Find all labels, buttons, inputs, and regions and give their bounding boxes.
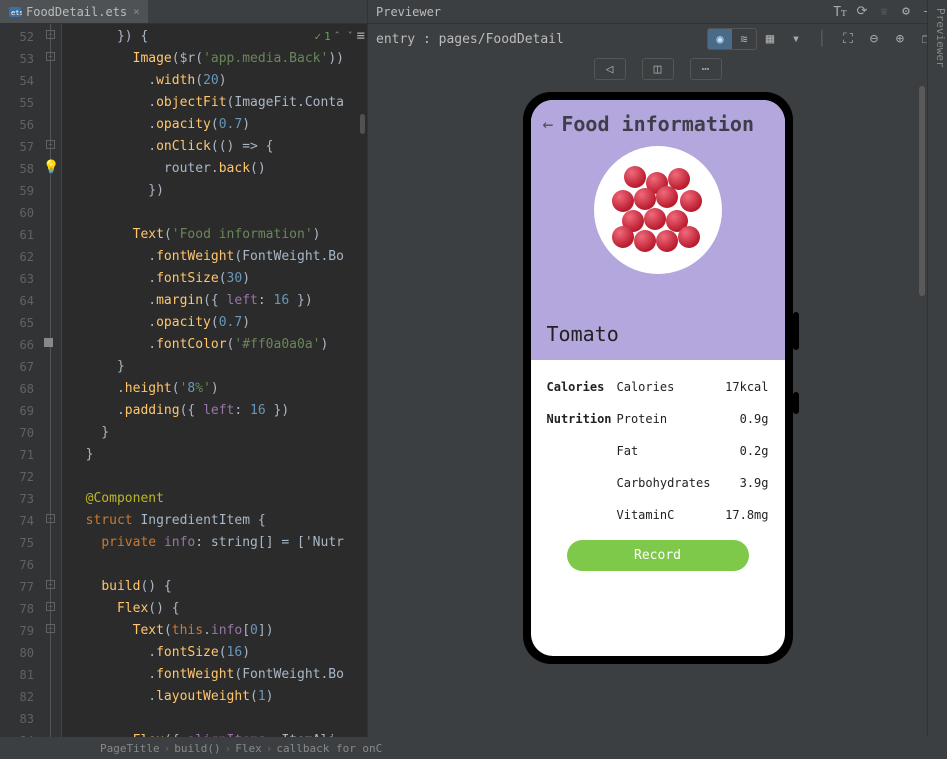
nutrition-row: Carbohydrates 3.9g (547, 476, 769, 490)
nav-back-icon[interactable]: ◁ (594, 58, 626, 80)
inspect-toggle[interactable]: ◉ ≋ (707, 28, 757, 50)
trophy-icon[interactable]: ♕ (873, 4, 895, 19)
nutrition-row: Calories Calories 17kcal (547, 380, 769, 394)
code-area[interactable]: 52 53 54 55 56 57 58 59 60 61 62 63 64 6… (0, 24, 367, 737)
line-number-gutter: 52 53 54 55 56 57 58 59 60 61 62 63 64 6… (0, 24, 40, 737)
breadcrumb-item[interactable]: callback for onC (276, 742, 382, 755)
text-size-icon[interactable]: Tᴛ (829, 4, 851, 20)
gear-icon[interactable]: ⚙ (895, 4, 917, 19)
fold-gutter: − − 💡 − − − − − (40, 24, 62, 737)
entry-label: entry : pages/FoodDetail (376, 32, 564, 47)
grid-icon[interactable]: ▦ (757, 31, 783, 47)
nutrition-section: Calories Calories 17kcal Nutrition Prote… (531, 360, 785, 656)
layers-icon[interactable]: ≋ (732, 29, 756, 49)
close-icon[interactable]: × (133, 5, 140, 18)
inspection-check-icon: ✓ (314, 30, 321, 43)
app-title: Food information (561, 112, 754, 136)
app-header: ← Food information (531, 100, 785, 360)
svg-text:ets: ets (11, 9, 22, 17)
editor-tab-fooddetail[interactable]: ets FoodDetail.ets × (0, 0, 148, 23)
hamburger-icon[interactable]: ≡ (357, 28, 365, 44)
inspection-badge[interactable]: ✓ 1 ˆ ˇ ≡ (314, 28, 365, 44)
device-canvas: ← Food information (368, 84, 947, 737)
lightbulb-icon[interactable]: 💡 (43, 160, 59, 175)
device-frame: ← Food information (523, 92, 793, 664)
nav-more-icon[interactable]: ⋯ (690, 58, 722, 80)
editor-panel: ets FoodDetail.ets × 52 53 54 55 56 57 5… (0, 0, 368, 737)
breadcrumb-item[interactable]: Flex (235, 742, 262, 755)
breadcrumb-item[interactable]: PageTitle (100, 742, 160, 755)
zoom-out-icon[interactable]: ⊖ (861, 31, 887, 47)
nutrition-row: Fat 0.2g (547, 444, 769, 458)
food-name: Tomato (547, 322, 619, 346)
refresh-icon[interactable]: ⟳ (851, 4, 873, 19)
nutrition-row: VitaminC 17.8mg (547, 508, 769, 522)
previewer-panel: Previewer Tᴛ ⟳ ♕ ⚙ — entry : pages/FoodD… (368, 0, 947, 737)
code-content[interactable]: }) { Image($r('app.media.Back')) .width(… (62, 24, 367, 737)
record-button[interactable]: Record (567, 540, 749, 571)
ets-file-icon: ets (8, 5, 22, 19)
chevron-down-icon[interactable]: ▾ (783, 31, 809, 47)
scrollbar-thumb[interactable] (360, 114, 365, 134)
zoom-in-icon[interactable]: ⊕ (887, 31, 913, 47)
breadcrumb-item[interactable]: build() (174, 742, 220, 755)
editor-tab-bar: ets FoodDetail.ets × (0, 0, 367, 24)
fullscreen-icon[interactable]: ⛶ (835, 31, 861, 47)
food-image (594, 146, 722, 274)
entry-bar: entry : pages/FoodDetail ◉ ≋ ▦ ▾ │ ⛶ ⊖ ⊕… (368, 24, 947, 54)
eye-icon[interactable]: ◉ (708, 29, 732, 49)
nutrition-row: Nutrition Protein 0.9g (547, 412, 769, 426)
side-label[interactable]: Previewer (927, 0, 947, 737)
previewer-header: Previewer Tᴛ ⟳ ♕ ⚙ — (368, 0, 947, 24)
device-screen: ← Food information (531, 100, 785, 656)
breakpoint-marker[interactable] (44, 338, 53, 347)
breadcrumb-bar: PageTitle›build()›Flex›callback for onC (0, 737, 947, 759)
preview-scrollbar[interactable] (919, 86, 925, 296)
editor-tab-label: FoodDetail.ets (26, 5, 127, 19)
back-arrow-icon[interactable]: ← (543, 114, 554, 135)
device-nav-bar: ◁ ◫ ⋯ (368, 54, 947, 84)
nav-split-icon[interactable]: ◫ (642, 58, 674, 80)
previewer-title: Previewer (376, 5, 441, 19)
